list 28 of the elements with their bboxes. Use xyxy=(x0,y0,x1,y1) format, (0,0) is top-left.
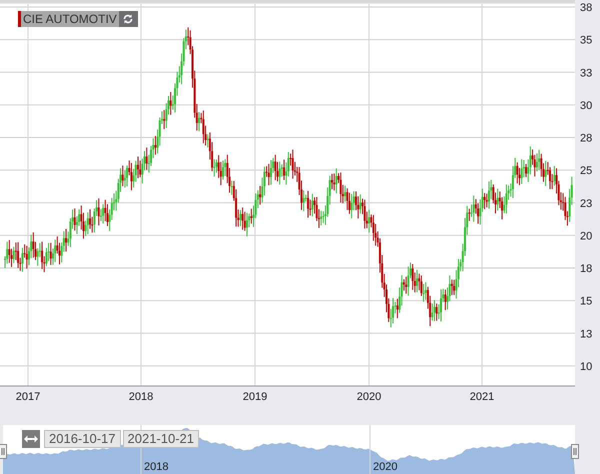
y-axis-label: 23 xyxy=(580,198,592,210)
refresh-icon xyxy=(122,13,134,25)
y-axis-label: 33 xyxy=(580,67,592,80)
range-handle[interactable] xyxy=(571,444,579,459)
double-arrow-icon xyxy=(24,435,38,443)
x-axis-label: 2019 xyxy=(242,391,268,403)
x-axis-label: 2020 xyxy=(356,391,382,403)
range-toggle-button[interactable] xyxy=(22,430,40,448)
series-name: CIE AUTOMOTIV xyxy=(22,12,118,26)
start-date-field[interactable]: 2016-10-17 xyxy=(44,430,120,448)
y-axis-label: 30 xyxy=(580,100,592,112)
navigator-year-label: 2020 xyxy=(373,461,398,473)
y-axis-label: 28 xyxy=(580,132,592,145)
x-axis-label: 2017 xyxy=(16,391,40,403)
navigator-year-label: 2018 xyxy=(144,461,168,473)
y-axis-label: 35 xyxy=(580,34,592,47)
y-axis-label: 20 xyxy=(580,230,592,242)
y-axis-label: 18 xyxy=(580,263,592,276)
y-axis-label: 38 xyxy=(580,2,592,14)
y-axis-label: 25 xyxy=(580,165,592,178)
range-handle[interactable] xyxy=(0,444,7,459)
y-axis-label: 10 xyxy=(580,360,592,373)
y-axis-label: 13 xyxy=(580,328,592,340)
x-axis-label: 2021 xyxy=(470,391,494,403)
end-date-field[interactable]: 2021-10-21 xyxy=(122,430,199,448)
x-axis-label: 2018 xyxy=(128,391,154,403)
y-axis-label: 15 xyxy=(580,296,592,308)
refresh-button[interactable] xyxy=(118,11,138,27)
